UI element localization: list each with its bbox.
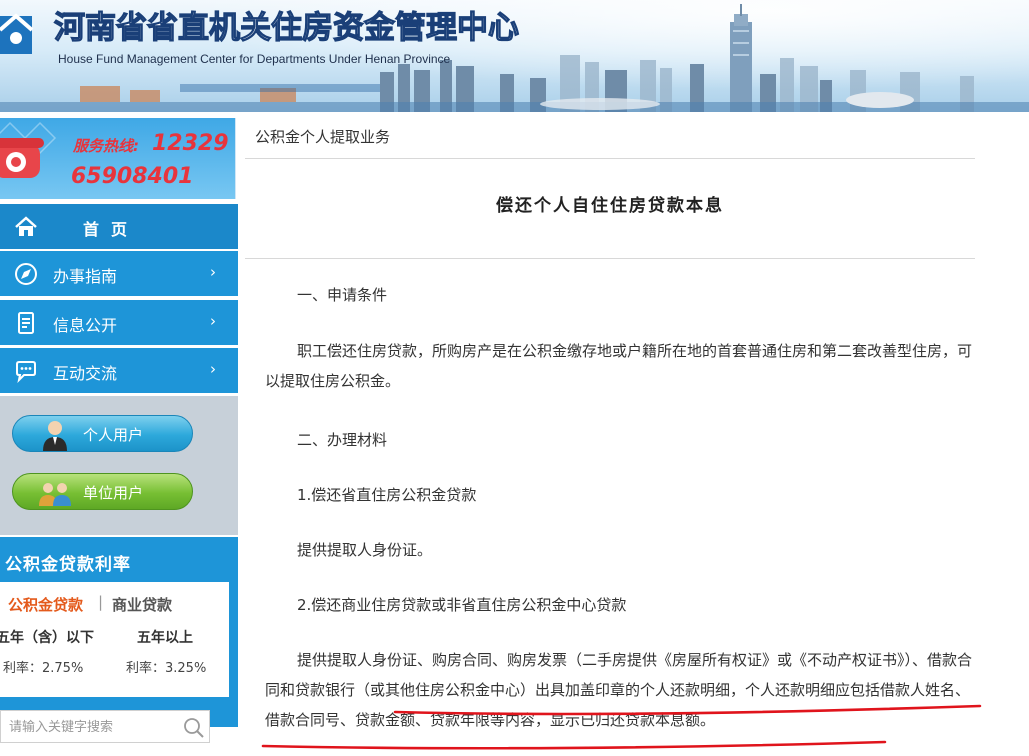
chevron-right-icon: › [210,312,216,330]
materials-item-2-heading: 2.偿还商业住房贷款或非省直住房公积金中心贷款 [265,590,977,620]
nav-label-guide: 办事指南 [53,267,118,286]
materials-item-1-body-text: 提供提取人身份证。 [297,541,433,559]
page-root: 河南省省直机关住房资金管理中心 House Fund Management Ce… [0,0,1029,756]
home-icon [15,216,37,236]
personal-user-label: 个人用户 [83,426,144,444]
document-icon [18,312,34,334]
rate-column-head-short-term: 五年（含）以下 [0,630,94,646]
search-input[interactable] [9,718,169,736]
nav-label-info: 信息公开 [53,316,118,335]
nav-item-info[interactable]: 信息公开 › [0,300,238,345]
title-divider [245,258,975,259]
nav-label-home: 首页 [83,220,140,239]
chat-icon [16,361,36,383]
search-box [0,710,210,743]
left-sidebar: 服务热线: 12329 65908401 首页 办事指南 › 信息公开 › 互动… [0,118,238,756]
materials-item-1-heading: 1.偿还省直住房公积金贷款 [265,480,977,510]
tab-commercial-loan[interactable]: 商业贷款 [112,594,172,615]
nav-item-interaction[interactable]: 互动交流 › [0,348,238,393]
compass-icon [15,263,37,285]
rate-value-long-term: 利率：3.25% [126,661,207,676]
rate-value-short-term: 利率：2.75% [3,661,84,676]
phone-icon [0,138,44,178]
materials-item-1-body: 提供提取人身份证。 [265,535,977,565]
section-heading-conditions-text: 一、申请条件 [297,286,388,304]
search-icon[interactable] [183,717,205,739]
materials-item-1-heading-text: 1.偿还省直住房公积金贷款 [297,486,477,504]
hotline-panel: 服务热线: 12329 65908401 [0,118,236,199]
nav-item-home[interactable]: 首页 [0,204,238,249]
unit-user-label: 单位用户 [83,484,144,502]
hotline-number-short: 12329 [152,131,229,156]
nav-item-guide[interactable]: 办事指南 › [0,251,238,296]
chevron-right-icon: › [210,360,216,378]
section-heading-materials-text: 二、办理材料 [297,431,388,449]
conditions-paragraph: 职工偿还住房贷款，所购房产是在公积金缴存地或户籍所在地的首套普通住房和第二套改善… [265,336,977,396]
materials-item-2-heading-text: 2.偿还商业住房贷款或非省直住房公积金中心贷款 [297,596,627,614]
loan-rate-title: 公积金贷款利率 [5,555,131,575]
group-icon [39,483,71,506]
person-icon [43,421,67,451]
breadcrumb-divider [245,158,975,159]
loan-rate-content: 公积金贷款 | 商业贷款 五年（含）以下 五年以上 利率：2.75% 利率：3.… [0,582,229,697]
hotline-number-long: 65908401 [71,164,194,189]
tab-separator: | [98,593,104,611]
materials-item-2-body: 提供提取人身份证、购房合同、购房发票（二手房提供《房屋所有权证》或《不动产权证书… [265,645,977,735]
section-heading-materials: 二、办理材料 [265,425,977,455]
conditions-text: 职工偿还住房贷款，所购房产是在公积金缴存地或户籍所在地的首套普通住房和第二套改善… [265,342,973,390]
article-title: 偿还个人自住住房贷款本息 [496,196,724,216]
site-title: 河南省省直机关住房资金管理中心 [53,9,519,46]
main-content: 公积金个人提取业务 偿还个人自住住房贷款本息 一、申请条件 职工偿还住房贷款，所… [245,112,1029,756]
section-heading-conditions: 一、申请条件 [265,280,977,310]
tab-fund-loan[interactable]: 公积金贷款 [8,594,83,615]
hotline-label: 服务热线: [73,137,139,155]
personal-user-button[interactable]: 个人用户 [12,415,193,452]
nav-label-interaction: 互动交流 [53,364,118,383]
materials-item-2-body-text: 提供提取人身份证、购房合同、购房发票（二手房提供《房屋所有权证》或《不动产权证书… [265,651,973,729]
unit-user-button[interactable]: 单位用户 [12,473,193,510]
section-breadcrumb: 公积金个人提取业务 [255,128,391,146]
rate-column-head-long-term: 五年以上 [137,630,193,646]
site-subtitle: House Fund Management Center for Departm… [58,52,451,66]
center-logo-icon [0,13,34,54]
loan-rate-panel: 公积金贷款利率 公积金贷款 | 商业贷款 五年（含）以下 五年以上 利率：2.7… [0,537,238,727]
site-banner: 河南省省直机关住房资金管理中心 House Fund Management Ce… [0,0,1029,112]
user-login-panel: 个人用户 单位用户 [0,396,238,535]
chevron-right-icon: › [210,263,216,281]
